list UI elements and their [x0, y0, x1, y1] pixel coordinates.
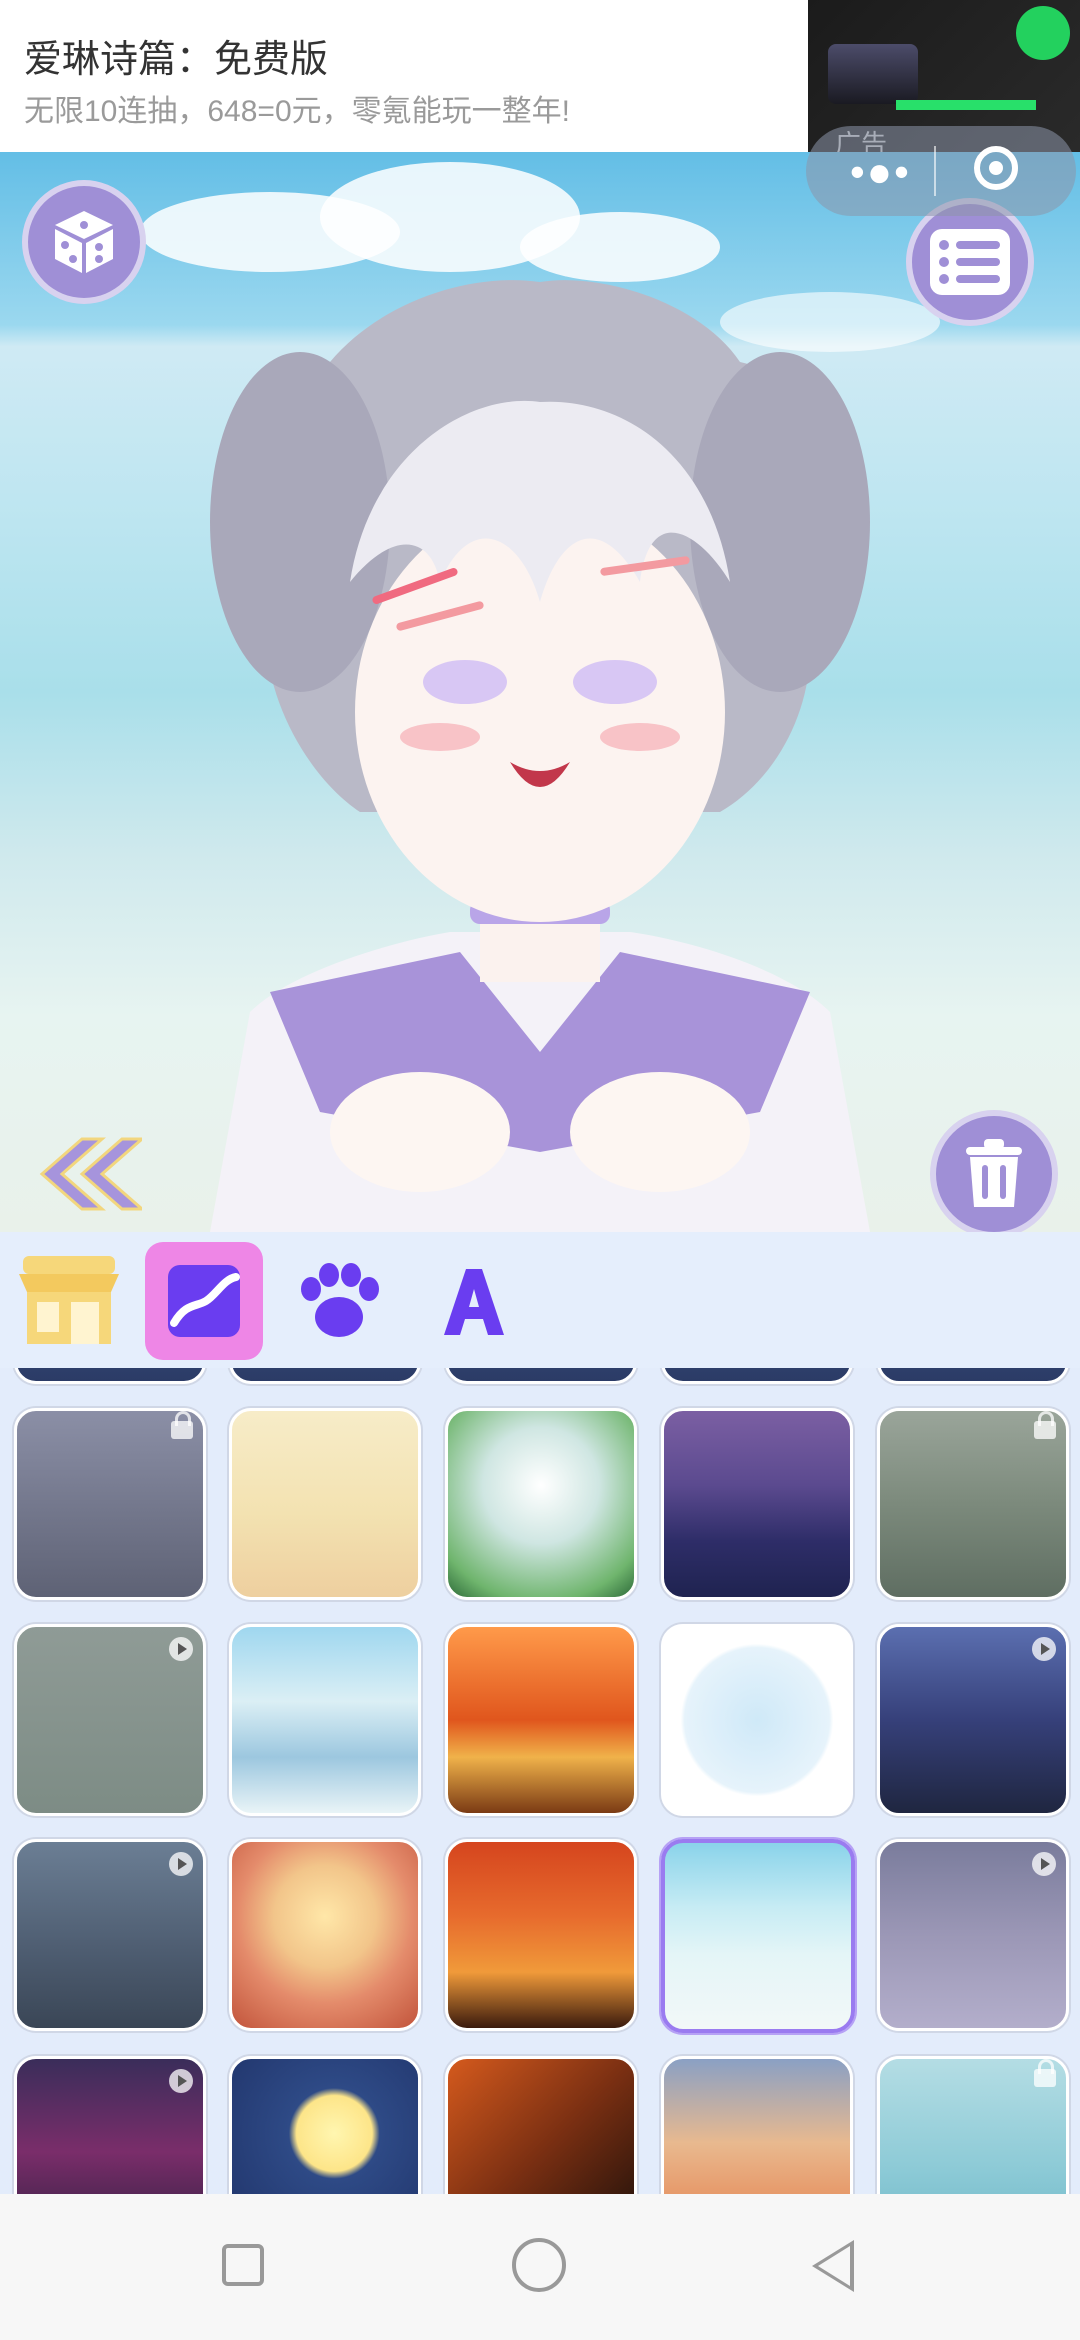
background-thumbnail-partial[interactable] — [877, 1368, 1069, 1384]
lock-icon — [171, 1411, 193, 1439]
video-ad-icon — [1032, 1637, 1056, 1661]
background-thumbnail[interactable] — [14, 1408, 206, 1600]
trash-icon — [966, 1139, 1022, 1207]
miniprogram-capsule: •●• — [806, 126, 1076, 216]
randomize-button[interactable] — [22, 180, 146, 304]
landscape-icon — [168, 1265, 240, 1337]
background-thumbnail-partial[interactable] — [661, 1368, 853, 1384]
tab-shop[interactable] — [10, 1242, 128, 1360]
background-thumbnail[interactable] — [661, 1624, 853, 1816]
lock-icon — [1034, 1411, 1056, 1439]
dice-icon — [55, 211, 113, 273]
background-thumbnail[interactable] — [445, 1624, 637, 1816]
background-thumbnail[interactable] — [229, 1839, 421, 2031]
menu-button[interactable] — [906, 198, 1034, 326]
background-thumbnail-partial[interactable] — [14, 1368, 206, 1384]
background-thumbnail[interactable] — [661, 1839, 855, 2033]
background-thumbnail[interactable] — [14, 1624, 206, 1816]
back-button[interactable] — [812, 2240, 854, 2292]
background-thumbnail[interactable] — [14, 2056, 206, 2194]
background-thumbnail[interactable] — [229, 1408, 421, 1600]
background-thumbnail[interactable] — [877, 1624, 1069, 1816]
more-icon[interactable]: •●• — [850, 148, 911, 196]
tab-pet[interactable] — [280, 1242, 398, 1360]
system-navbar — [0, 2194, 1080, 2340]
letter-a-icon — [444, 1269, 504, 1335]
background-thumbnail[interactable] — [445, 1408, 637, 1600]
ad-logo — [1016, 6, 1070, 60]
background-thumbnail[interactable] — [445, 1839, 637, 2031]
lock-icon — [1034, 2059, 1056, 2087]
home-button[interactable] — [512, 2238, 566, 2292]
background-thumbnail[interactable] — [877, 1408, 1069, 1600]
capsule-divider — [934, 146, 936, 196]
video-ad-icon — [169, 1637, 193, 1661]
video-ad-icon — [1032, 1852, 1056, 1876]
close-miniprogram-icon[interactable] — [974, 146, 1018, 190]
background-thumbnail-partial[interactable] — [229, 1368, 421, 1384]
recents-button[interactable] — [222, 2244, 264, 2286]
video-ad-icon — [169, 1852, 193, 1876]
anime-character — [210, 280, 870, 1232]
ad-green-bar — [896, 100, 1036, 110]
background-thumbnail[interactable] — [14, 1839, 206, 2031]
ad-subtitle: 无限10连抽，648=0元，零氪能玩一整年! — [24, 95, 570, 128]
background-thumbnail[interactable] — [877, 2056, 1069, 2194]
paw-icon — [301, 1263, 379, 1337]
video-ad-icon — [169, 2069, 193, 2093]
ad-title: 爱琳诗篇：免费版 — [24, 39, 329, 81]
shop-icon — [19, 1256, 119, 1344]
delete-button[interactable] — [930, 1110, 1058, 1232]
background-thumbnail[interactable] — [877, 1839, 1069, 2031]
background-thumbnail[interactable] — [445, 2056, 637, 2194]
background-thumbnail[interactable] — [229, 2056, 421, 2194]
character-preview — [0, 152, 1080, 1232]
background-grid — [0, 1368, 1080, 2194]
background-thumbnail[interactable] — [661, 2056, 853, 2194]
category-tabbar — [0, 1232, 1080, 1370]
collapse-arrow-icon[interactable] — [32, 1134, 142, 1214]
background-thumbnail[interactable] — [229, 1624, 421, 1816]
background-thumbnail-partial[interactable] — [445, 1368, 637, 1384]
car-image — [828, 44, 918, 104]
tab-background[interactable] — [145, 1242, 263, 1360]
list-icon — [930, 229, 1010, 295]
tab-text[interactable] — [415, 1242, 533, 1360]
background-thumbnail[interactable] — [661, 1408, 853, 1600]
